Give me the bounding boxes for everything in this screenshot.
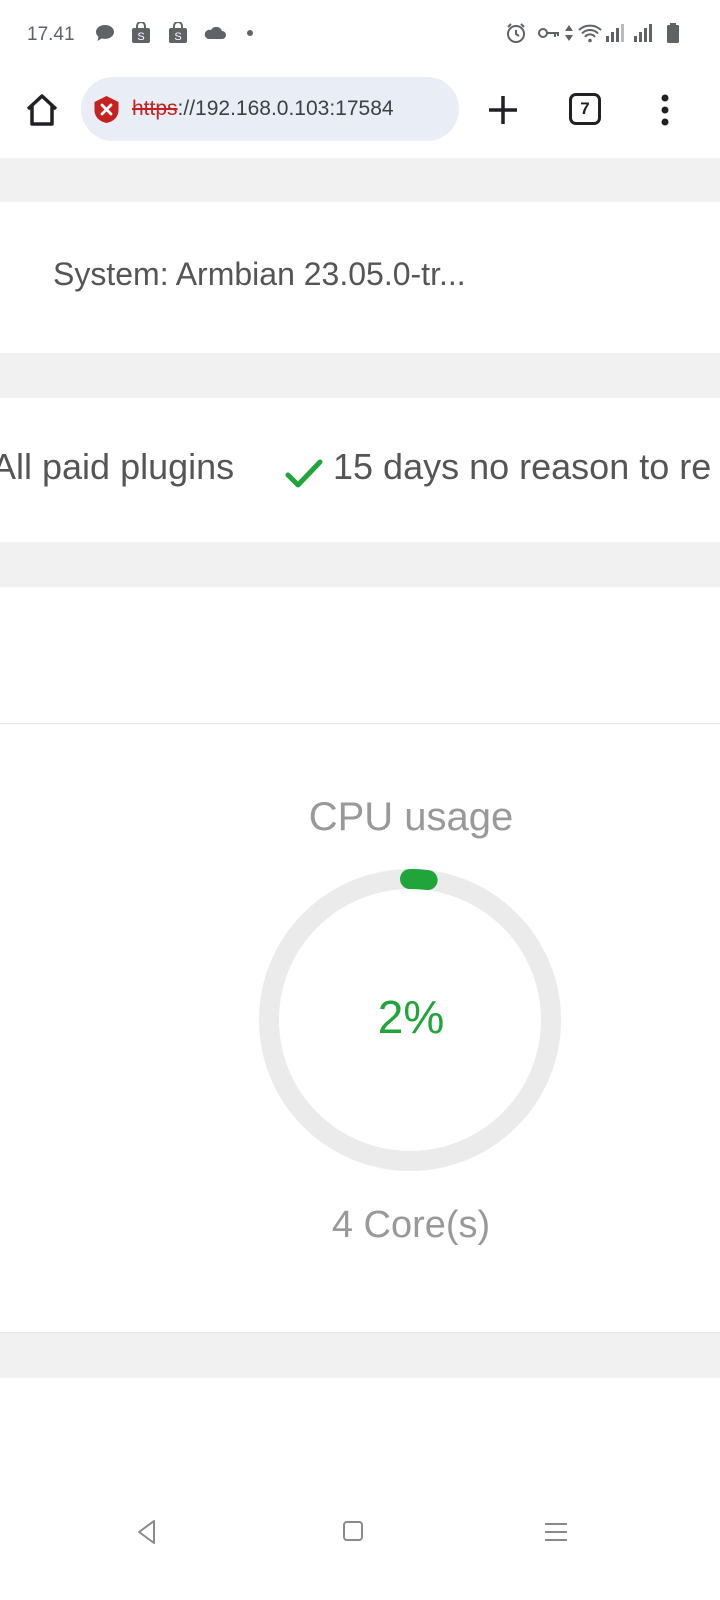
url-scheme: https (132, 97, 178, 120)
home-icon[interactable] (22, 90, 62, 130)
url-host: ://192.168.0.103:17584 (177, 97, 394, 120)
feature-paid-plugins: All paid plugins (0, 446, 235, 487)
vpn-key-icon (538, 28, 559, 38)
new-tab-plus-icon[interactable] (485, 92, 521, 128)
cpu-usage-title: CPU usage (308, 795, 514, 839)
divider (0, 723, 720, 724)
feature-refund: 15 days no reason to re (333, 446, 712, 487)
chat-bubble-icon (96, 25, 114, 41)
home-icon[interactable] (342, 1520, 364, 1542)
data-arrows-icon (565, 25, 573, 41)
svg-text:S: S (174, 31, 181, 43)
section-gap (0, 353, 720, 398)
section-gap (0, 542, 720, 587)
cpu-usage-value: 2% (377, 991, 445, 1043)
recents-icon[interactable] (543, 1521, 569, 1543)
shop-bag-icon: S (132, 22, 150, 43)
cpu-cores-label: 4 Core(s) (331, 1204, 491, 1246)
svg-text:S: S (137, 31, 144, 43)
signal-icon (634, 24, 652, 42)
not-secure-icon[interactable] (92, 95, 121, 124)
system-label: System: Armbian 23.05.0-tr... (53, 256, 466, 292)
dot-icon (247, 30, 253, 36)
check-icon (285, 459, 323, 488)
wifi-icon (578, 24, 602, 43)
shop-bag-icon: S (169, 22, 187, 43)
section-gap (0, 158, 720, 202)
status-time: 17.41 (27, 24, 75, 45)
more-menu-icon[interactable] (654, 90, 676, 130)
cloud-icon (204, 26, 226, 39)
battery-icon (667, 23, 679, 43)
tab-switcher-button[interactable]: 7 (569, 93, 601, 125)
url-text[interactable]: https://192.168.0.103:17584 (132, 97, 394, 121)
signal-icon (606, 24, 624, 42)
back-icon[interactable] (134, 1518, 160, 1546)
alarm-icon (507, 23, 525, 43)
section-gap (0, 1333, 720, 1378)
